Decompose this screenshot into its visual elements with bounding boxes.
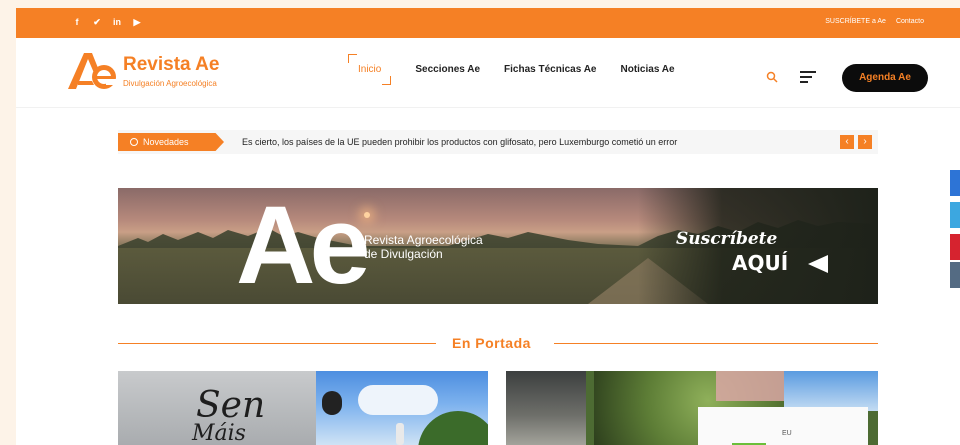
card-cloud	[358, 385, 438, 415]
divider-right	[554, 343, 878, 344]
logo-title[interactable]: Revista Ae	[123, 54, 219, 76]
share-pinterest-icon[interactable]	[950, 234, 960, 260]
twitter-icon[interactable]: ✔	[92, 17, 102, 27]
search-icon[interactable]	[766, 71, 778, 83]
featured-card-1[interactable]: Sen Máis	[118, 371, 488, 445]
share-email-icon[interactable]	[950, 262, 960, 288]
card-handwriting-line1: Sen	[196, 385, 266, 426]
card-bottle	[396, 423, 404, 445]
top-bar: f ✔ in ▶ SUSCRÍBETE a Ae Contacto	[16, 8, 960, 38]
clock-icon	[130, 138, 138, 146]
banner-cta-line2: AQUÍ	[732, 251, 789, 275]
arrow-left-icon	[808, 255, 828, 273]
divider-left	[118, 343, 436, 344]
nav-item-noticias[interactable]: Noticias Ae	[620, 64, 674, 75]
banner-subtitle-line1: Revista Agroecológica	[364, 233, 483, 247]
ticker-label: Novedades	[118, 133, 224, 151]
site-header: Revista Ae Divulgación Agroecológica Ini…	[16, 38, 960, 108]
nav-item-inicio[interactable]: Inicio	[348, 54, 392, 85]
share-facebook-icon[interactable]	[950, 170, 960, 196]
card-handwriting-line2: Máis	[192, 421, 246, 445]
share-twitter-icon[interactable]	[950, 202, 960, 228]
subscribe-link[interactable]: SUSCRÍBETE a Ae	[825, 18, 886, 25]
social-links: f ✔ in ▶	[72, 17, 142, 27]
page: f ✔ in ▶ SUSCRÍBETE a Ae Contacto Revist…	[16, 8, 960, 445]
news-ticker: Novedades Es cierto, los países de la UE…	[118, 130, 878, 154]
banner-subtitle-line2: de Divulgación	[364, 247, 443, 261]
subscribe-banner[interactable]: Ae Revista Agroecológica de Divulgación …	[118, 188, 878, 304]
ticker-next-button[interactable]: ›	[858, 135, 872, 149]
banner-logo: Ae	[236, 188, 371, 304]
facebook-icon[interactable]: f	[72, 17, 82, 27]
logo-icon[interactable]	[66, 51, 118, 91]
top-links: SUSCRÍBETE a Ae Contacto	[825, 18, 924, 25]
nav-item-fichas[interactable]: Fichas Técnicas Ae	[504, 64, 596, 75]
linkedin-icon[interactable]: in	[112, 17, 122, 27]
card-microphone	[322, 391, 342, 415]
section-title: En Portada	[452, 335, 531, 351]
card-sky	[784, 371, 878, 411]
ticker-label-text: Novedades	[143, 137, 189, 147]
contact-link[interactable]: Contacto	[896, 18, 924, 25]
youtube-icon[interactable]: ▶	[132, 17, 142, 27]
nav-item-secciones[interactable]: Secciones Ae	[415, 64, 480, 75]
featured-card-2[interactable]: EU	[506, 371, 878, 445]
card-eu-panel	[698, 407, 868, 445]
agenda-button[interactable]: Agenda Ae	[842, 64, 928, 92]
ticker-prev-button[interactable]: ‹	[840, 135, 854, 149]
section-header: En Portada	[118, 333, 878, 353]
menu-icon[interactable]	[800, 71, 816, 83]
card-eu-label: EU	[782, 430, 792, 437]
ticker-headline[interactable]: Es cierto, los países de la UE pueden pr…	[242, 137, 677, 147]
card-lab-image	[506, 371, 586, 445]
main-nav: Inicio Secciones Ae Fichas Técnicas Ae N…	[348, 54, 699, 85]
logo-subtitle: Divulgación Agroecológica	[123, 79, 217, 88]
banner-cta-line1: Suscríbete	[676, 229, 778, 249]
